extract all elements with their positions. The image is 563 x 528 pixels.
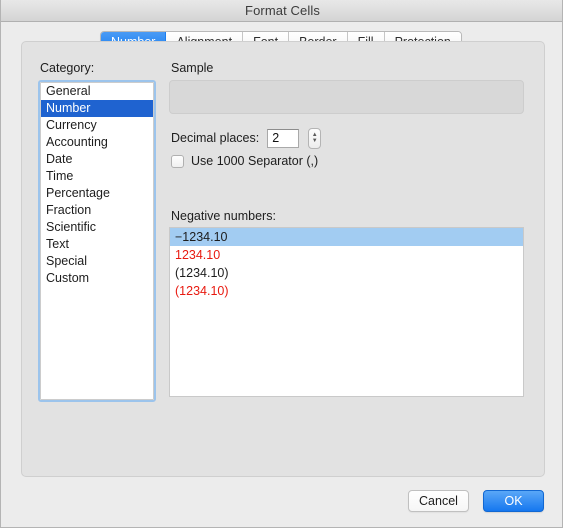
negative-number-option[interactable]: −1234.10	[170, 228, 523, 246]
cancel-button[interactable]: Cancel	[408, 490, 469, 512]
title-bar: Format Cells	[1, 0, 562, 22]
category-item-special[interactable]: Special	[41, 253, 153, 270]
negative-number-option[interactable]: (1234.10)	[170, 264, 523, 282]
use-1000-separator-checkbox[interactable]: Use 1000 Separator (,)	[171, 152, 318, 170]
category-item-scientific[interactable]: Scientific	[41, 219, 153, 236]
category-item-custom[interactable]: Custom	[41, 270, 153, 287]
use-1000-separator-label: Use 1000 Separator (,)	[191, 154, 319, 168]
category-item-general[interactable]: General	[41, 83, 153, 100]
category-item-text[interactable]: Text	[41, 236, 153, 253]
category-item-percentage[interactable]: Percentage	[41, 185, 153, 202]
window-title: Format Cells	[245, 3, 320, 18]
category-item-time[interactable]: Time	[41, 168, 153, 185]
category-item-currency[interactable]: Currency	[41, 117, 153, 134]
negative-number-option[interactable]: (1234.10)	[170, 282, 523, 300]
negative-number-option[interactable]: 1234.10	[170, 246, 523, 264]
sample-value-box	[169, 80, 524, 114]
category-label: Category:	[40, 61, 95, 75]
ok-button[interactable]: OK	[483, 490, 544, 512]
decimal-places-input[interactable]	[267, 128, 300, 148]
sample-label: Sample	[171, 61, 214, 75]
category-item-accounting[interactable]: Accounting	[41, 134, 153, 151]
category-item-number[interactable]: Number	[41, 100, 153, 117]
category-item-date[interactable]: Date	[41, 151, 153, 168]
decimal-places-label: Decimal places:	[171, 131, 260, 145]
decimal-places-stepper[interactable]: ▲ ▼	[308, 127, 322, 149]
stepper-down-icon[interactable]: ▼	[312, 138, 318, 144]
checkbox-box-icon[interactable]	[171, 154, 184, 168]
decimal-places-row: Decimal places: ▲ ▼	[171, 127, 322, 149]
negative-numbers-listbox[interactable]: −1234.10 1234.10 (1234.10) (1234.10)	[169, 227, 524, 397]
category-item-fraction[interactable]: Fraction	[41, 202, 153, 219]
format-cells-dialog: Format Cells NumberAlignmentFontBorderFi…	[0, 0, 563, 528]
category-listbox[interactable]: General Number Currency Accounting Date Time P…	[38, 80, 156, 402]
negative-numbers-label: Negative numbers:	[171, 209, 276, 223]
